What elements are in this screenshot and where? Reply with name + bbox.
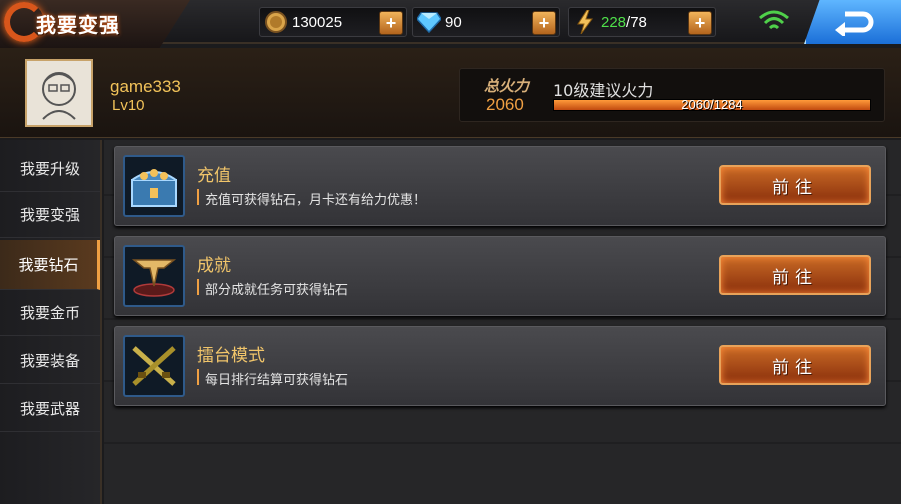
back-button[interactable] bbox=[804, 0, 901, 44]
treasure-chest-icon bbox=[123, 155, 185, 217]
sidebar-item-diamonds[interactable]: 我要钻石 bbox=[0, 240, 100, 290]
player-level: Lv10 bbox=[112, 97, 145, 114]
diamond-value: 90 bbox=[445, 13, 462, 31]
sidebar-item-level-up[interactable]: 我要升级 bbox=[0, 146, 100, 192]
energy-current: 228 bbox=[601, 13, 627, 31]
go-arena-button[interactable]: 前往 bbox=[719, 345, 871, 385]
gold-counter: 130025 + bbox=[259, 7, 407, 37]
total-firepower-label: 总火力 bbox=[484, 77, 530, 95]
card-description: 充值可获得钻石，月卡还有给力优惠！ bbox=[205, 193, 427, 208]
sidebar-item-gold[interactable]: 我要金币 bbox=[0, 290, 100, 336]
sidebar-item-label: 我要钻石 bbox=[18, 256, 79, 274]
diamond-counter: 90 + bbox=[412, 7, 560, 37]
sidebar-item-weapons[interactable]: 我要武器 bbox=[0, 386, 100, 432]
main-content: 充值 充值可获得钻石，月卡还有给力优惠！ 前往 成就 部分成就任务可获得钻石 前… bbox=[104, 140, 901, 504]
crossed-guns-icon bbox=[123, 335, 185, 397]
sidebar-item-label: 我要变强 bbox=[19, 206, 80, 224]
go-recharge-button[interactable]: 前往 bbox=[719, 165, 871, 205]
sidebar-item-label: 我要装备 bbox=[19, 352, 80, 370]
energy-value: 228/78 bbox=[601, 14, 647, 31]
gold-value: 130025 bbox=[292, 13, 343, 31]
sidebar-item-get-stronger[interactable]: 我要变强 bbox=[0, 192, 100, 238]
card-achievement: 成就 部分成就任务可获得钻石 前往 bbox=[114, 236, 886, 316]
achievement-emblem-icon bbox=[123, 245, 185, 307]
add-gold-button[interactable]: + bbox=[379, 11, 403, 35]
wifi-icon bbox=[758, 10, 790, 36]
card-description: 每日排行结算可获得钻石 bbox=[205, 373, 349, 388]
card-desc-marker bbox=[197, 189, 199, 205]
firepower-progress-bar: 2060/1284 bbox=[553, 97, 871, 112]
energy-counter: 228/78 + bbox=[568, 7, 716, 37]
card-title: 充值 bbox=[197, 166, 231, 186]
title-banner: 我要变强 bbox=[0, 0, 190, 48]
go-achievement-button[interactable]: 前往 bbox=[719, 255, 871, 295]
profile-panel: game333 Lv10 总火力 2060 10级建议火力 2060/1284 bbox=[0, 48, 901, 138]
card-desc-marker bbox=[197, 279, 199, 295]
firepower-panel: 总火力 2060 10级建议火力 2060/1284 bbox=[459, 68, 885, 122]
card-title: 擂台模式 bbox=[197, 346, 265, 366]
page-title: 我要变强 bbox=[36, 13, 120, 37]
firepower-progress-text: 2060/1284 bbox=[681, 97, 743, 112]
avatar[interactable] bbox=[25, 59, 93, 127]
gold-coin-icon bbox=[263, 9, 289, 35]
back-arrow-icon bbox=[834, 11, 873, 36]
top-bar: 我要变强 130025 + 90 + 228/78 + bbox=[0, 0, 901, 48]
sidebar-item-label: 我要武器 bbox=[19, 400, 80, 418]
lightning-icon bbox=[572, 9, 598, 35]
card-arena-mode: 擂台模式 每日排行结算可获得钻石 前往 bbox=[114, 326, 886, 406]
total-firepower-value: 2060 bbox=[486, 95, 524, 114]
card-desc-marker bbox=[197, 369, 199, 385]
diamond-icon bbox=[416, 9, 442, 35]
sidebar: 我要升级 我要变强 我要钻石 我要金币 我要装备 我要武器 bbox=[0, 140, 102, 504]
add-energy-button[interactable]: + bbox=[688, 11, 712, 35]
username: game333 bbox=[110, 77, 181, 96]
avatar-portrait-icon bbox=[42, 72, 76, 120]
card-title: 成就 bbox=[197, 256, 231, 276]
add-diamond-button[interactable]: + bbox=[532, 11, 556, 35]
sidebar-item-equipment[interactable]: 我要装备 bbox=[0, 338, 100, 384]
energy-max: 78 bbox=[630, 13, 647, 31]
sidebar-item-label: 我要金币 bbox=[19, 304, 80, 322]
card-recharge: 充值 充值可获得钻石，月卡还有给力优惠！ 前往 bbox=[114, 146, 886, 226]
sidebar-item-label: 我要升级 bbox=[19, 160, 80, 178]
card-description: 部分成就任务可获得钻石 bbox=[205, 283, 349, 298]
